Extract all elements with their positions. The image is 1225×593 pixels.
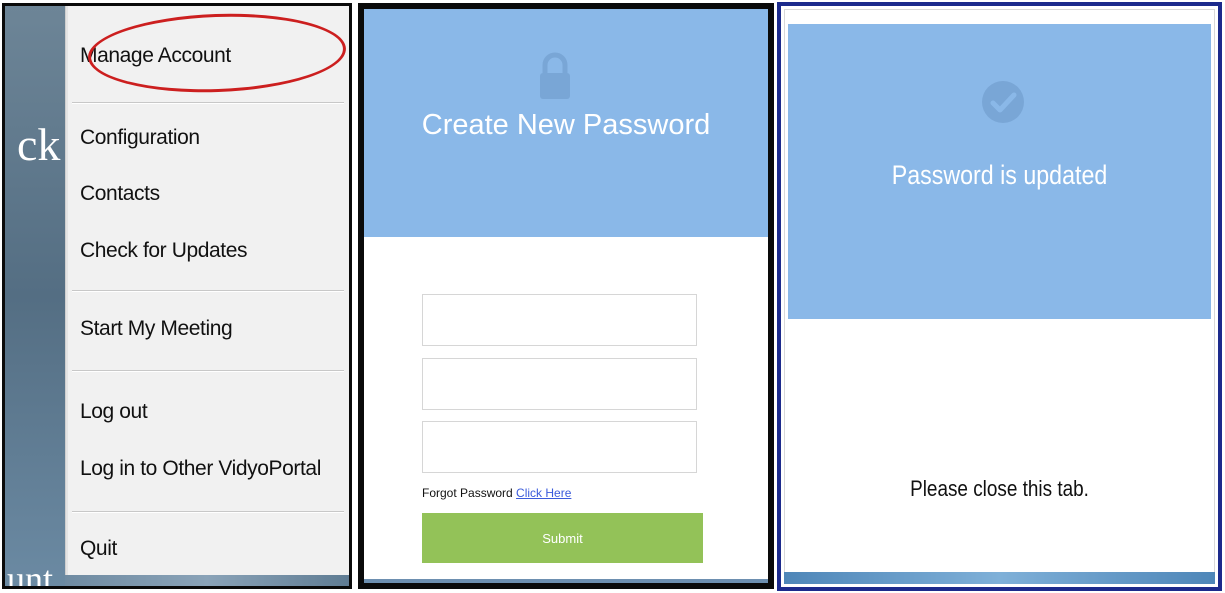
- password-input-third[interactable]: [422, 421, 697, 473]
- menu-item-log-out[interactable]: Log out: [80, 400, 148, 424]
- menu-item-contacts[interactable]: Contacts: [80, 182, 160, 206]
- confirm-password-input[interactable]: [422, 358, 697, 410]
- forgot-password-row: Forgot Password Click Here: [422, 486, 571, 500]
- password-updated-title: Password is updated: [891, 160, 1108, 190]
- forgot-password-label: Forgot Password: [422, 486, 513, 500]
- menu-item-check-for-updates[interactable]: Check for Updates: [80, 239, 248, 263]
- background-text-fragment-bottom: unt: [7, 559, 54, 589]
- menu-separator: [72, 511, 344, 513]
- panel-bottom-bar: [364, 579, 768, 583]
- highlight-ellipse: [86, 9, 348, 97]
- background-text-fragment-top: ck: [17, 119, 61, 170]
- forgot-password-link[interactable]: Click Here: [516, 486, 571, 500]
- new-password-input[interactable]: [422, 294, 697, 346]
- create-password-title: Create New Password: [421, 109, 711, 141]
- menu-separator: [72, 290, 344, 292]
- submit-button[interactable]: Submit: [422, 513, 703, 563]
- create-password-panel: Create New Password Forgot Password Clic…: [358, 3, 774, 589]
- context-menu-panel: ck unt Manage Account Configuration Cont…: [2, 3, 352, 589]
- close-tab-message: Please close this tab.: [910, 476, 1089, 501]
- password-updated-panel: Password is updated Please close this ta…: [777, 2, 1222, 591]
- menu-separator: [72, 102, 344, 104]
- menu-gutter: [66, 6, 68, 578]
- lock-icon: [540, 52, 570, 99]
- screenshot-canvas: ck unt Manage Account Configuration Cont…: [0, 0, 1225, 593]
- menu-item-log-in-other-portal[interactable]: Log in to Other VidyoPortal: [80, 457, 321, 481]
- context-menu: Manage Account Configuration Contacts Ch…: [65, 6, 349, 578]
- menu-item-configuration[interactable]: Configuration: [80, 126, 200, 150]
- check-circle-icon: [982, 81, 1024, 123]
- menu-separator: [72, 370, 344, 372]
- menu-item-start-my-meeting[interactable]: Start My Meeting: [80, 317, 233, 341]
- create-password-header: Create New Password: [364, 9, 768, 237]
- desktop-background: [5, 6, 65, 586]
- password-updated-header: Password is updated: [788, 24, 1211, 319]
- panel-bottom-bar: [784, 572, 1215, 584]
- taskbar-fragment: [65, 575, 349, 586]
- menu-item-quit[interactable]: Quit: [80, 537, 117, 561]
